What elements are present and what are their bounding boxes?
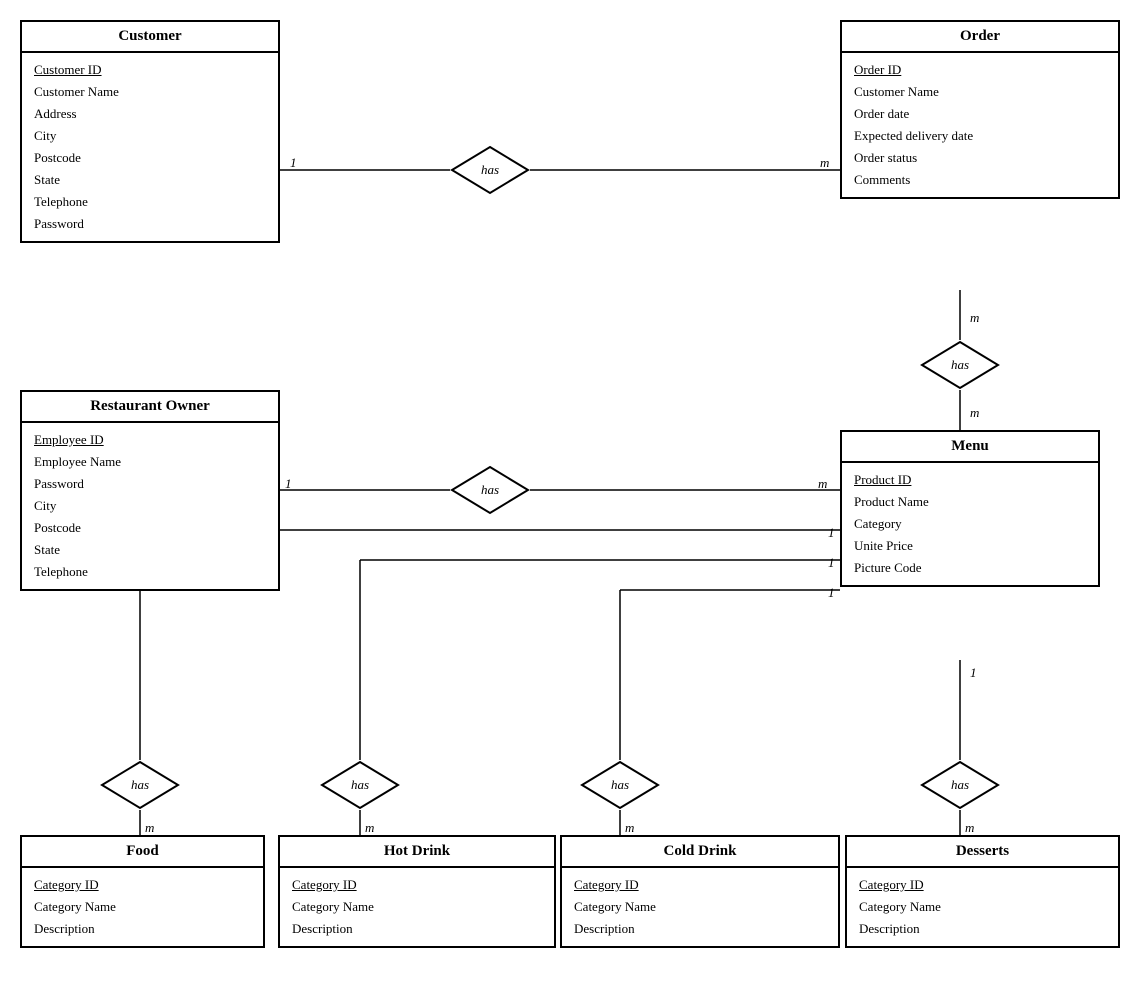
menu-hot-diamond-shape [320,760,400,810]
menu-entity: Menu Product ID Product Name Category Un… [840,430,1100,587]
menu-field-4: Picture Code [854,557,1086,579]
menu-dessert-diamond: has [920,760,1000,810]
order-menu-diamond: has [920,340,1000,390]
owner-field-1: Employee Name [34,451,266,473]
menu-field-1: Product Name [854,491,1086,513]
desserts-entity: Desserts Category ID Category Name Descr… [845,835,1120,948]
order-field-4: Order status [854,147,1106,169]
customer-order-diamond: has [450,145,530,195]
hot-drink-title: Hot Drink [280,837,554,868]
order-field-1: Customer Name [854,81,1106,103]
customer-field-0: Customer ID [34,59,266,81]
customer-entity: Customer Customer ID Customer Name Addre… [20,20,280,243]
menu-field-0: Product ID [854,469,1086,491]
owner-field-2: Password [34,473,266,495]
food-field-2: Description [34,918,251,940]
card-customer-1: 1 [290,155,297,171]
order-field-3: Expected delivery date [854,125,1106,147]
cold-field-2: Description [574,918,826,940]
order-field-2: Order date [854,103,1106,125]
hot-field-0: Category ID [292,874,542,896]
order-title: Order [842,22,1118,53]
customer-order-diamond-shape [450,145,530,195]
customer-field-2: Address [34,103,266,125]
cold-field-1: Category Name [574,896,826,918]
owner-field-5: State [34,539,266,561]
hot-drink-body: Category ID Category Name Description [280,868,554,946]
card-food-m: m [145,820,154,836]
card-cold-m: m [625,820,634,836]
menu-dessert-diamond-shape [920,760,1000,810]
owner-field-3: City [34,495,266,517]
customer-title: Customer [22,22,278,53]
menu-body: Product ID Product Name Category Unite P… [842,463,1098,585]
owner-menu-diamond-shape [450,465,530,515]
restaurant-owner-body: Employee ID Employee Name Password City … [22,423,278,589]
cold-drink-title: Cold Drink [562,837,838,868]
menu-hot-diamond: has [320,760,400,810]
restaurant-owner-title: Restaurant Owner [22,392,278,423]
order-entity: Order Order ID Customer Name Order date … [840,20,1120,199]
food-title: Food [22,837,263,868]
card-order-down-m: m [970,310,979,326]
customer-field-3: City [34,125,266,147]
card-hot-m: m [365,820,374,836]
customer-field-4: Postcode [34,147,266,169]
hot-field-2: Description [292,918,542,940]
cold-field-0: Category ID [574,874,826,896]
owner-field-0: Employee ID [34,429,266,451]
food-body: Category ID Category Name Description [22,868,263,946]
owner-menu-diamond: has [450,465,530,515]
menu-title: Menu [842,432,1098,463]
order-body: Order ID Customer Name Order date Expect… [842,53,1118,197]
desserts-field-2: Description [859,918,1106,940]
card-menu-food-1: 1 [828,525,835,541]
hot-field-1: Category Name [292,896,542,918]
order-field-0: Order ID [854,59,1106,81]
customer-field-1: Customer Name [34,81,266,103]
menu-cold-diamond-shape [580,760,660,810]
cold-drink-body: Category ID Category Name Description [562,868,838,946]
desserts-field-0: Category ID [859,874,1106,896]
card-order-m: m [820,155,829,171]
customer-field-6: Telephone [34,191,266,213]
food-field-1: Category Name [34,896,251,918]
menu-field-3: Unite Price [854,535,1086,557]
card-menu-hot-1: 1 [828,555,835,571]
customer-field-5: State [34,169,266,191]
food-field-0: Category ID [34,874,251,896]
card-owner-1: 1 [285,476,292,492]
restaurant-owner-entity: Restaurant Owner Employee ID Employee Na… [20,390,280,591]
hot-drink-entity: Hot Drink Category ID Category Name Desc… [278,835,556,948]
menu-cold-diamond: has [580,760,660,810]
card-menu-dessert-1: 1 [970,665,977,681]
desserts-title: Desserts [847,837,1118,868]
menu-field-2: Category [854,513,1086,535]
order-menu-diamond-shape [920,340,1000,390]
menu-food-diamond-shape [100,760,180,810]
menu-food-diamond: has [100,760,180,810]
er-diagram: Customer Customer ID Customer Name Addre… [0,0,1140,1006]
owner-field-4: Postcode [34,517,266,539]
card-menu-cold-1: 1 [828,585,835,601]
card-menu-up-m: m [970,405,979,421]
order-field-5: Comments [854,169,1106,191]
food-entity: Food Category ID Category Name Descripti… [20,835,265,948]
cold-drink-entity: Cold Drink Category ID Category Name Des… [560,835,840,948]
desserts-body: Category ID Category Name Description [847,868,1118,946]
card-menu-left-m: m [818,476,827,492]
customer-body: Customer ID Customer Name Address City P… [22,53,278,241]
customer-field-7: Password [34,213,266,235]
card-des-m: m [965,820,974,836]
desserts-field-1: Category Name [859,896,1106,918]
owner-field-6: Telephone [34,561,266,583]
